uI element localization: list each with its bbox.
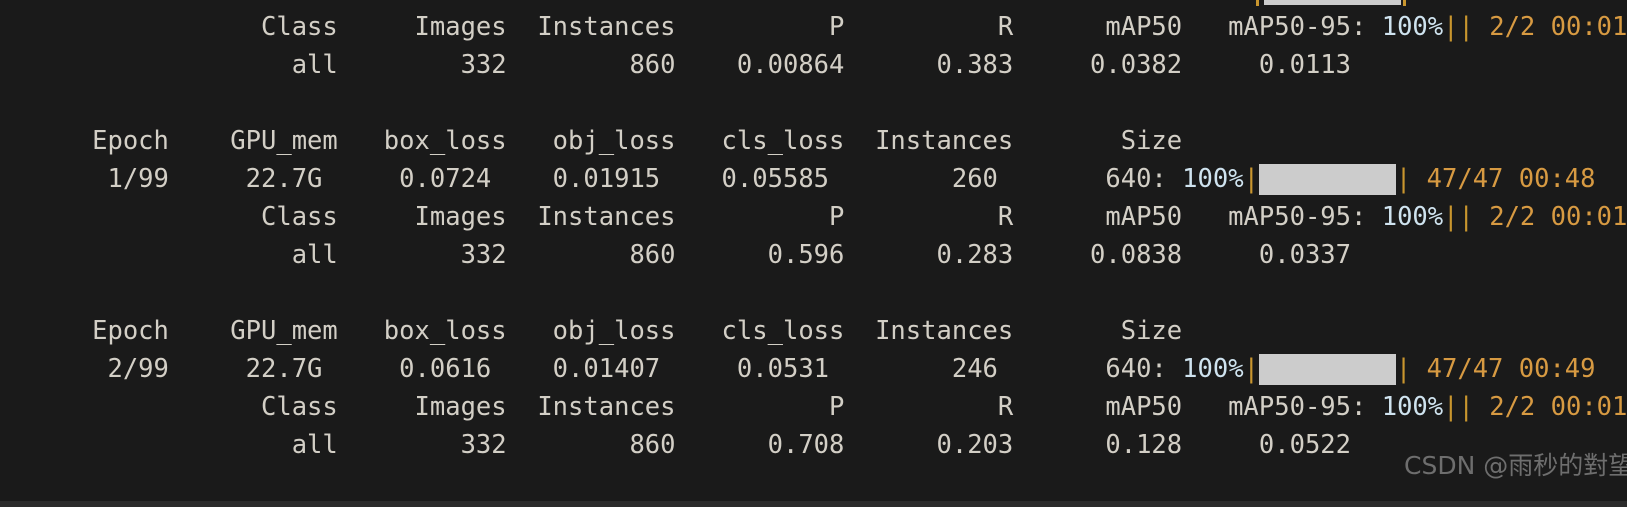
progress-bar-right-delimiter: | (1395, 164, 1412, 194)
line-text: all 332 860 0.708 0.203 0.128 0.0522 (0, 430, 1352, 460)
progress-bar-right-delimiter: | (1458, 202, 1474, 232)
progress-counter: 47/47 00:48 (1411, 164, 1596, 194)
line-text: Epoch GPU_mem box_loss obj_loss cls_loss… (0, 126, 1183, 156)
progress-counter: 2/2 00:01 (1473, 392, 1627, 422)
terminal-window[interactable]: Class Images Instances P R mAP50 mAP50-9… (0, 0, 1627, 507)
line-text: Class Images Instances P R mAP50 mAP50-9… (0, 12, 1382, 42)
line-text: 2/99 22.7G 0.0616 0.01407 0.0531 246 640… (0, 354, 1183, 384)
progress-bar-left-delimiter: | (1443, 392, 1459, 422)
progress-percent: 100% (1381, 392, 1444, 422)
terminal-line: Class Images Instances P R mAP50 mAP50-9… (0, 198, 1627, 236)
line-text: Class Images Instances P R mAP50 mAP50-9… (0, 392, 1382, 422)
line-text: 1/99 22.7G 0.0724 0.01915 0.05585 260 64… (0, 164, 1183, 194)
progress-percent: 100% (1381, 202, 1444, 232)
terminal-line: Class Images Instances P R mAP50 mAP50-9… (0, 388, 1627, 426)
clipped-bar-left-delimiter (1256, 0, 1259, 6)
line-text: all 332 860 0.00864 0.383 0.0382 0.0113 (0, 50, 1352, 80)
progress-bar (1258, 163, 1396, 195)
line-text: Class Images Instances P R mAP50 mAP50-9… (0, 202, 1382, 232)
line-text: Epoch GPU_mem box_loss obj_loss cls_loss… (0, 316, 1183, 346)
progress-counter: 2/2 00:01 (1473, 202, 1627, 232)
progress-bar-left-delimiter: | (1243, 354, 1259, 384)
progress-bar-left-delimiter: | (1243, 164, 1259, 194)
progress-bar-right-delimiter: | (1395, 354, 1412, 384)
terminal-line: all 332 860 0.596 0.283 0.0838 0.0337 (0, 236, 1627, 274)
line-text: all 332 860 0.596 0.283 0.0838 0.0337 (0, 240, 1352, 270)
progress-counter: 2/2 00:01 (1473, 12, 1627, 42)
terminal-line: Epoch GPU_mem box_loss obj_loss cls_loss… (0, 122, 1627, 160)
progress-bar-fill (1258, 163, 1396, 195)
progress-bar-right-delimiter: | (1458, 12, 1474, 42)
terminal-line: 2/99 22.7G 0.0616 0.01407 0.0531 246 640… (0, 350, 1627, 388)
progress-bar-left-delimiter: | (1443, 12, 1459, 42)
clipped-bar-right-delimiter (1403, 0, 1406, 6)
progress-bar (1258, 353, 1396, 385)
progress-percent: 100% (1381, 12, 1444, 42)
progress-bar-right-delimiter: | (1458, 392, 1474, 422)
terminal-line: all 332 860 0.708 0.203 0.128 0.0522 (0, 426, 1627, 464)
terminal-line: Class Images Instances P R mAP50 mAP50-9… (0, 8, 1627, 46)
clipped-progress-bar-fragment (1264, 0, 1401, 5)
progress-percent: 100% (1182, 164, 1244, 194)
terminal-line: all 332 860 0.00864 0.383 0.0382 0.0113 (0, 46, 1627, 84)
progress-counter: 47/47 00:49 (1411, 354, 1596, 384)
progress-percent: 100% (1182, 354, 1244, 384)
terminal-line: Epoch GPU_mem box_loss obj_loss cls_loss… (0, 312, 1627, 350)
bottom-scrollbar-track[interactable] (0, 501, 1627, 507)
progress-bar-left-delimiter: | (1443, 202, 1459, 232)
terminal-line: 1/99 22.7G 0.0724 0.01915 0.05585 260 64… (0, 160, 1627, 198)
progress-bar-fill (1258, 353, 1396, 385)
